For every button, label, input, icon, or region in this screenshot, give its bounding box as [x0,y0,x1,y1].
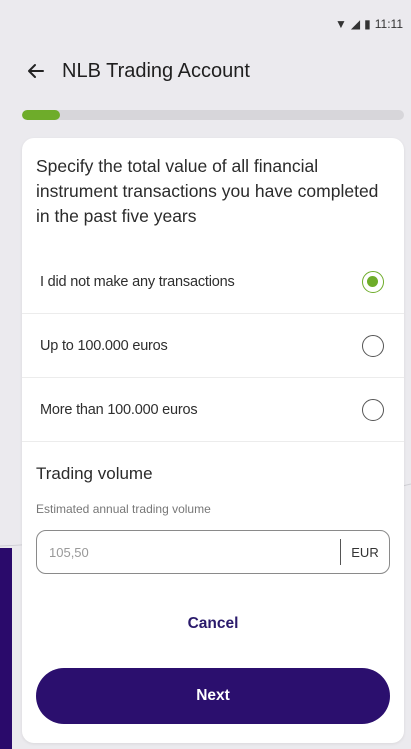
trading-volume-field-label: Estimated annual trading volume [36,502,211,516]
radio-button[interactable] [362,334,384,357]
background-accent-bar [0,548,12,749]
signal-icon: ◢ [350,17,361,31]
radio-button[interactable] [362,270,384,293]
status-time: 11:11 [374,17,403,31]
progress-fill [22,110,61,120]
wifi-icon: ▼ [335,17,347,31]
option-no-transactions[interactable]: I did not make any transactions [22,250,404,314]
trading-volume-input[interactable] [37,531,340,573]
progress-bar [22,110,404,120]
next-button[interactable]: Next [36,668,390,724]
cancel-button[interactable]: Cancel [22,606,404,642]
page-title: NLB Trading Account [62,59,250,82]
currency-unit: EUR [351,544,379,560]
option-label: Up to 100.000 euros [40,337,168,354]
option-label: More than 100.000 euros [40,401,198,418]
question-text: Specify the total value of all financial… [36,156,379,226]
trading-volume-title: Trading volume [36,464,153,483]
option-up-to-100000[interactable]: Up to 100.000 euros [22,314,404,378]
trading-volume-field[interactable]: EUR [36,530,390,574]
radio-button[interactable] [362,398,384,421]
option-label: I did not make any transactions [40,273,235,290]
status-bar: ▼ ◢ ▮ 11:11 [0,0,411,48]
app-bar: NLB Trading Account [0,48,411,94]
question-card: Specify the total value of all financial… [22,138,404,743]
option-more-than-100000[interactable]: More than 100.000 euros [22,378,404,442]
arrow-left-icon[interactable] [22,57,50,85]
battery-icon: ▮ [364,17,371,31]
